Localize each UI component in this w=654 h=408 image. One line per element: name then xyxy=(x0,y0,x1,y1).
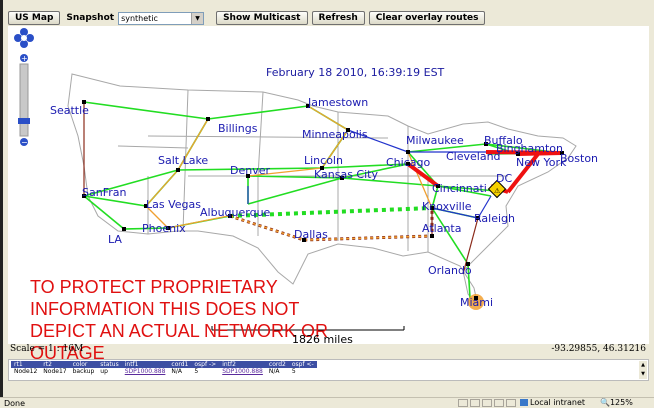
city-label-cleveland[interactable]: Cleveland xyxy=(446,150,501,163)
map-timestamp: February 18 2010, 16:39:19 EST xyxy=(266,66,445,79)
table-cell: 5 xyxy=(194,368,199,375)
clear-overlay-routes-button[interactable]: Clear overlay routes xyxy=(368,11,486,25)
city-label-dc[interactable]: DC xyxy=(496,172,512,185)
intf2-link[interactable]: SDP1000.888 xyxy=(219,368,266,375)
column-header[interactable]: rt2 xyxy=(40,361,70,368)
snapshot-label: Snapshot xyxy=(66,13,115,23)
table-cell: Node12 xyxy=(14,368,38,375)
svg-text:−: − xyxy=(21,138,28,147)
city-label-saltlake[interactable]: Salt Lake xyxy=(158,154,208,167)
cursor-coordinates: -93.29855, 46.31216 xyxy=(551,344,646,354)
show-multicast-button[interactable]: Show Multicast xyxy=(216,11,308,25)
us-map-button[interactable]: US Map xyxy=(8,11,61,25)
city-label-binghamton[interactable]: Binghamton xyxy=(496,142,563,155)
table-header-row: rt1 rt2 color status intf1 cord1 ospf ->… xyxy=(11,361,317,368)
snapshot-select[interactable]: synthetic ▼ xyxy=(118,11,205,25)
city-label-kansascity[interactable]: Kansas City xyxy=(314,168,378,181)
city-label-albuquerque[interactable]: Albuquerque xyxy=(200,206,270,219)
column-header[interactable]: ospf -> xyxy=(191,361,220,368)
city-label-minneapolis[interactable]: Minneapolis xyxy=(302,128,368,141)
scroll-down-icon[interactable]: ▼ xyxy=(639,370,647,379)
city-label-cincinnati[interactable]: Cincinnati xyxy=(432,182,487,195)
snapshot-value: synthetic xyxy=(121,13,158,23)
column-header[interactable]: cord1 xyxy=(168,361,192,368)
city-label-phoenix[interactable]: Phoenix xyxy=(142,222,186,235)
brown-links xyxy=(83,102,479,275)
status-panels xyxy=(458,399,516,407)
city-label-milwaukee[interactable]: Milwaukee xyxy=(406,134,464,147)
table-cell: backup xyxy=(72,368,95,375)
city-label-lincoln[interactable]: Lincoln xyxy=(304,154,343,167)
column-header[interactable]: color xyxy=(69,361,98,368)
city-label-atlanta[interactable]: Atlanta xyxy=(422,222,461,235)
column-header[interactable]: cord2 xyxy=(265,361,289,368)
table-cell: up xyxy=(100,368,108,375)
overlay-route-albuquerque-atlanta-inner xyxy=(229,215,433,241)
table-cell: N/A xyxy=(171,368,183,375)
city-label-la[interactable]: LA xyxy=(108,233,122,246)
scroll-up-icon[interactable]: ▲ xyxy=(639,361,647,370)
city-label-seattle[interactable]: Seattle xyxy=(50,104,89,117)
city-label-billings[interactable]: Billings xyxy=(218,122,257,135)
map-panel[interactable]: ⚠ + − February 18 2010, 16:39:19 EST Sea… xyxy=(8,26,649,363)
refresh-button[interactable]: Refresh xyxy=(311,11,365,25)
city-label-newyork[interactable]: New York xyxy=(516,156,566,169)
zoom-level[interactable]: 🔍125% xyxy=(600,398,633,407)
zoom-in-icon: + xyxy=(20,54,28,63)
zone-label: Local intranet xyxy=(530,398,586,407)
column-header[interactable]: status xyxy=(97,361,122,368)
table-row[interactable]: Node12 Node17 backup up SDP1000.888 N/A … xyxy=(11,368,317,375)
city-label-miami[interactable]: Miami xyxy=(460,296,493,309)
svg-text:+: + xyxy=(21,54,28,63)
toolbar: US Map Snapshot synthetic ▼ Show Multica… xyxy=(8,10,486,26)
city-label-sanfran[interactable]: SanFran xyxy=(82,186,126,199)
city-label-chicago[interactable]: Chicago xyxy=(386,156,430,169)
zoom-slider-track xyxy=(19,63,29,137)
table-cell: N/A xyxy=(268,368,280,375)
city-label-jamestown[interactable]: Jamestown xyxy=(308,96,368,109)
table-cell: Node17 xyxy=(43,368,67,375)
pan-icon xyxy=(14,28,34,48)
scale-distance: 1826 miles xyxy=(292,333,353,346)
svg-text:⚠: ⚠ xyxy=(494,187,501,195)
intranet-icon xyxy=(520,399,528,406)
city-label-raleigh[interactable]: Raleigh xyxy=(474,212,515,225)
column-header[interactable]: ospf <- xyxy=(288,361,317,368)
column-header[interactable]: intf1 xyxy=(121,361,169,368)
table-scrollbar[interactable]: ▲ ▼ xyxy=(639,361,647,379)
route-table: rt1 rt2 color status intf1 cord1 ospf ->… xyxy=(8,359,649,381)
city-label-lasvegas[interactable]: Las Vegas xyxy=(146,198,201,211)
table-cell: 5 xyxy=(291,368,296,375)
intf1-link[interactable]: SDP1000.888 xyxy=(122,368,169,375)
window-edge xyxy=(0,0,3,398)
dropdown-arrow-icon[interactable]: ▼ xyxy=(191,12,204,24)
column-header[interactable]: rt1 xyxy=(11,361,41,368)
zoom-slider-handle xyxy=(18,118,30,124)
scale-ratio: Scale = 1 : 16M xyxy=(10,344,84,354)
zoom-out-icon: − xyxy=(20,138,28,147)
security-zone[interactable]: Local intranet xyxy=(520,398,585,407)
zoom-value: 125% xyxy=(609,398,633,407)
city-label-orlando[interactable]: Orlando xyxy=(428,264,472,277)
pan-zoom-control: + − xyxy=(14,28,34,147)
status-bar: Done Local intranet 🔍125% xyxy=(0,397,654,408)
status-text: Done xyxy=(4,398,26,408)
city-label-dallas[interactable]: Dallas xyxy=(294,228,328,241)
city-label-denver[interactable]: Denver xyxy=(230,164,270,177)
city-label-boston[interactable]: Boston xyxy=(560,152,598,165)
city-label-knoxville[interactable]: Knoxville xyxy=(422,200,472,213)
column-header[interactable]: intf2 xyxy=(219,361,266,368)
